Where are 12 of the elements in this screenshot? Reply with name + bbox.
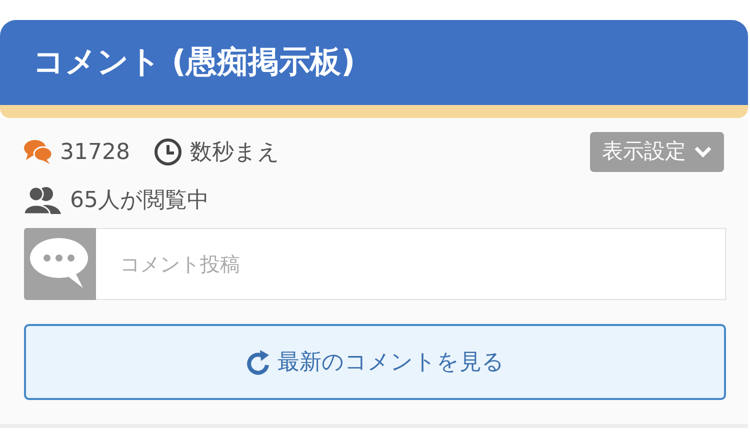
refresh-icon [246, 349, 270, 375]
refresh-comments-button[interactable]: 最新のコメントを見る [24, 324, 726, 400]
chevron-down-icon [694, 146, 712, 158]
clock-icon [154, 138, 182, 166]
display-settings-button[interactable]: 表示設定 [590, 132, 724, 172]
comment-count: 31728 [60, 138, 130, 166]
comment-field[interactable]: コメント投稿 [96, 228, 726, 300]
users-icon [24, 186, 62, 214]
comments-icon [24, 139, 52, 165]
viewer-count: 65人が閲覧中 [70, 186, 209, 214]
panel-title: コメント (愚痴掲示板) [33, 44, 356, 82]
updated-time: 数秒まえ [190, 138, 280, 166]
